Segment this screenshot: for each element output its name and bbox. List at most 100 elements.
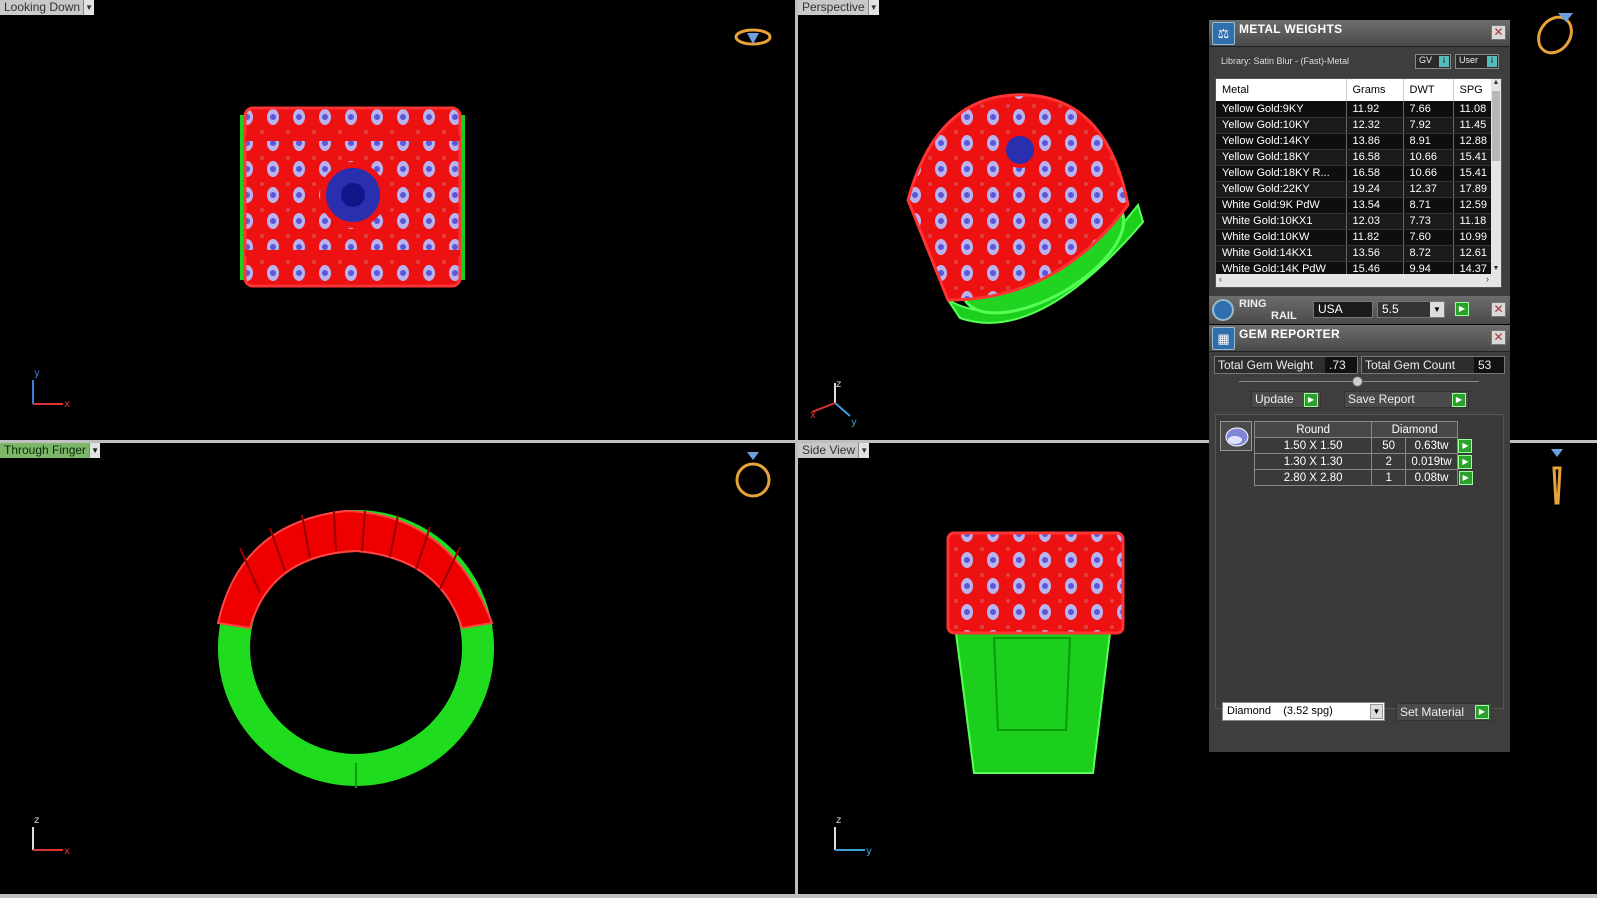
user-toggle[interactable]: User i bbox=[1455, 54, 1499, 69]
svg-text:y: y bbox=[851, 417, 857, 428]
table-cell: 11.82 bbox=[1346, 229, 1404, 246]
play-icon[interactable]: ▶ bbox=[1458, 454, 1473, 469]
play-icon: ▶ bbox=[1304, 393, 1318, 407]
column-header[interactable]: Grams bbox=[1346, 79, 1404, 101]
viewport-through-finger[interactable]: Through Finger ▼ z x bbox=[0, 443, 795, 894]
close-icon[interactable]: ✕ bbox=[1491, 330, 1506, 345]
table-cell: 12.59 bbox=[1453, 197, 1495, 214]
metal-weights-titlebar[interactable]: ⚖ METAL WEIGHTS ✕ bbox=[1209, 20, 1510, 47]
info-icon: i bbox=[1487, 56, 1497, 67]
viewport-divider-vertical[interactable] bbox=[795, 0, 798, 898]
play-icon[interactable]: ▶ bbox=[1458, 470, 1473, 485]
gem-row[interactable]: 1.30 X 1.30 2 0.019tw ▶ bbox=[1253, 453, 1474, 470]
play-icon: ▶ bbox=[1475, 705, 1489, 719]
gem-row[interactable]: 2.80 X 2.80 1 0.08tw ▶ bbox=[1253, 469, 1474, 486]
arrow-right-icon[interactable]: › bbox=[1486, 274, 1489, 284]
table-cell: 15.41 bbox=[1453, 165, 1495, 182]
svg-text:y: y bbox=[34, 368, 40, 379]
viewport-looking-down[interactable]: Looking Down ▼ y x bbox=[0, 0, 795, 440]
table-row[interactable]: White Gold:14KX1 13.56 8.72 12.61 bbox=[1216, 245, 1495, 262]
arrow-left-icon[interactable]: ‹ bbox=[1219, 274, 1222, 284]
column-header[interactable]: DWT bbox=[1403, 79, 1454, 101]
svg-text:z: z bbox=[34, 815, 39, 826]
table-header-row: Metal Grams DWT SPG bbox=[1216, 79, 1495, 101]
gem-cell: 2.80 X 2.80 bbox=[1253, 469, 1373, 486]
material-select[interactable]: Diamond (3.52 spg) ▼ bbox=[1222, 702, 1385, 721]
table-cell: White Gold:14KX1 bbox=[1216, 245, 1347, 262]
gem-row[interactable]: 1.50 X 1.50 50 0.63tw ▶ bbox=[1253, 437, 1474, 454]
table-row[interactable]: Yellow Gold:18KY 16.58 10.66 15.41 bbox=[1216, 149, 1495, 166]
gem-report-table: Round Diamond 1.50 X 1.50 50 0.63tw ▶ 1.30 X… bbox=[1253, 421, 1474, 486]
table-row[interactable]: Yellow Gold:10KY 12.32 7.92 11.45 bbox=[1216, 117, 1495, 134]
metal-weights-table: Metal Grams DWT SPG Yellow Gold:9KY 11.92… bbox=[1216, 79, 1495, 278]
library-label: Library: Satin Blur - (Fast)-Metal bbox=[1221, 56, 1350, 66]
ring-orientation-icon[interactable] bbox=[1510, 0, 1597, 440]
table-cell: Yellow Gold:14KY bbox=[1216, 133, 1347, 150]
update-button[interactable]: Update ▶ bbox=[1251, 391, 1321, 408]
close-icon[interactable]: ✕ bbox=[1491, 25, 1506, 40]
table-cell: White Gold:9K PdW bbox=[1216, 197, 1347, 214]
table-cell: 8.71 bbox=[1403, 197, 1454, 214]
table-cell: 11.18 bbox=[1453, 213, 1495, 230]
gem-shape-thumbnail[interactable] bbox=[1220, 421, 1252, 451]
table-row[interactable]: Yellow Gold:22KY 19.24 12.37 17.89 bbox=[1216, 181, 1495, 198]
size-standard-field[interactable]: USA bbox=[1313, 301, 1373, 318]
table-cell: Yellow Gold:9KY bbox=[1216, 101, 1347, 118]
chevron-down-icon: ▼ bbox=[1430, 302, 1444, 317]
ring-size-select[interactable]: 5.5 ▼ bbox=[1377, 301, 1445, 318]
column-header[interactable]: Metal bbox=[1216, 79, 1347, 101]
gem-cell: 0.63tw bbox=[1405, 437, 1458, 454]
table-row[interactable]: Yellow Gold:9KY 11.92 7.66 11.08 bbox=[1216, 101, 1495, 118]
table-cell: 7.66 bbox=[1403, 101, 1454, 118]
chevron-down-icon: ▼ bbox=[1370, 704, 1383, 719]
save-report-button[interactable]: Save Report ▶ bbox=[1344, 391, 1469, 408]
close-icon[interactable]: ✕ bbox=[1491, 302, 1506, 317]
gem-row-action[interactable]: ▶ bbox=[1457, 437, 1474, 454]
set-material-button[interactable]: Set Material ▶ bbox=[1396, 703, 1492, 721]
table-row[interactable]: White Gold:10KX1 12.03 7.73 11.18 bbox=[1216, 213, 1495, 230]
table-cell: Yellow Gold:18KY bbox=[1216, 149, 1347, 166]
table-cell: 8.91 bbox=[1403, 133, 1454, 150]
table-row[interactable]: White Gold:10KW 11.82 7.60 10.99 bbox=[1216, 229, 1495, 246]
gem-cell: 0.08tw bbox=[1405, 469, 1458, 486]
scale-icon: ⚖ bbox=[1212, 22, 1235, 45]
header-spacer bbox=[1457, 421, 1474, 438]
table-cell: 11.45 bbox=[1453, 117, 1495, 134]
column-header[interactable]: SPG bbox=[1453, 79, 1495, 101]
gv-toggle[interactable]: GV i bbox=[1415, 54, 1451, 69]
svg-text:x: x bbox=[810, 410, 816, 421]
bottom-border bbox=[0, 894, 1597, 898]
table-cell: 12.88 bbox=[1453, 133, 1495, 150]
table-cell: 13.54 bbox=[1346, 197, 1404, 214]
table-cell: 10.99 bbox=[1453, 229, 1495, 246]
table-row[interactable]: Yellow Gold:18KY R... 16.58 10.66 15.41 bbox=[1216, 165, 1495, 182]
table-cell: 7.92 bbox=[1403, 117, 1454, 134]
horizontal-scrollbar[interactable]: ‹ › bbox=[1216, 274, 1501, 287]
gem-list-area[interactable]: Round Diamond 1.50 X 1.50 50 0.63tw ▶ 1.30 X… bbox=[1215, 414, 1504, 709]
gem-row-action[interactable]: ▶ bbox=[1457, 469, 1474, 486]
gem-reporter-titlebar[interactable]: ▦ GEM REPORTER ✕ bbox=[1209, 325, 1510, 352]
svg-text:x: x bbox=[64, 399, 70, 410]
panel-title: METAL WEIGHTS bbox=[1239, 22, 1343, 36]
vertical-scrollbar[interactable]: ▲ ▼ bbox=[1491, 79, 1501, 275]
info-icon: i bbox=[1439, 56, 1449, 67]
arrow-up-icon[interactable]: ▲ bbox=[1491, 79, 1501, 89]
total-gem-count-value: 53 bbox=[1474, 357, 1504, 373]
svg-text:x: x bbox=[64, 846, 70, 857]
axis-indicator: y x bbox=[32, 368, 70, 410]
metal-table-container[interactable]: Metal Grams DWT SPG Yellow Gold:9KY 11.92… bbox=[1215, 78, 1502, 288]
play-icon[interactable]: ▶ bbox=[1458, 438, 1473, 453]
table-row[interactable]: White Gold:9K PdW 13.54 8.71 12.59 bbox=[1216, 197, 1495, 214]
gem-row-action[interactable]: ▶ bbox=[1457, 453, 1474, 470]
table-row[interactable]: Yellow Gold:14KY 13.86 8.91 12.88 bbox=[1216, 133, 1495, 150]
table-cell: White Gold:10KW bbox=[1216, 229, 1347, 246]
scroll-thumb[interactable] bbox=[1492, 91, 1500, 161]
viewport-perspective[interactable]: Perspective ▼ z y x bbox=[798, 0, 1209, 440]
axis-indicator: z y x bbox=[810, 379, 857, 428]
table-cell: Yellow Gold:18KY R... bbox=[1216, 165, 1347, 182]
apply-size-button[interactable]: ▶ bbox=[1455, 302, 1469, 316]
gem-cell: 1.50 X 1.50 bbox=[1253, 437, 1373, 454]
splitter-knob[interactable] bbox=[1352, 376, 1363, 387]
total-gem-weight-value: .73 bbox=[1325, 357, 1357, 373]
gem-cell: 0.019tw bbox=[1405, 453, 1458, 470]
